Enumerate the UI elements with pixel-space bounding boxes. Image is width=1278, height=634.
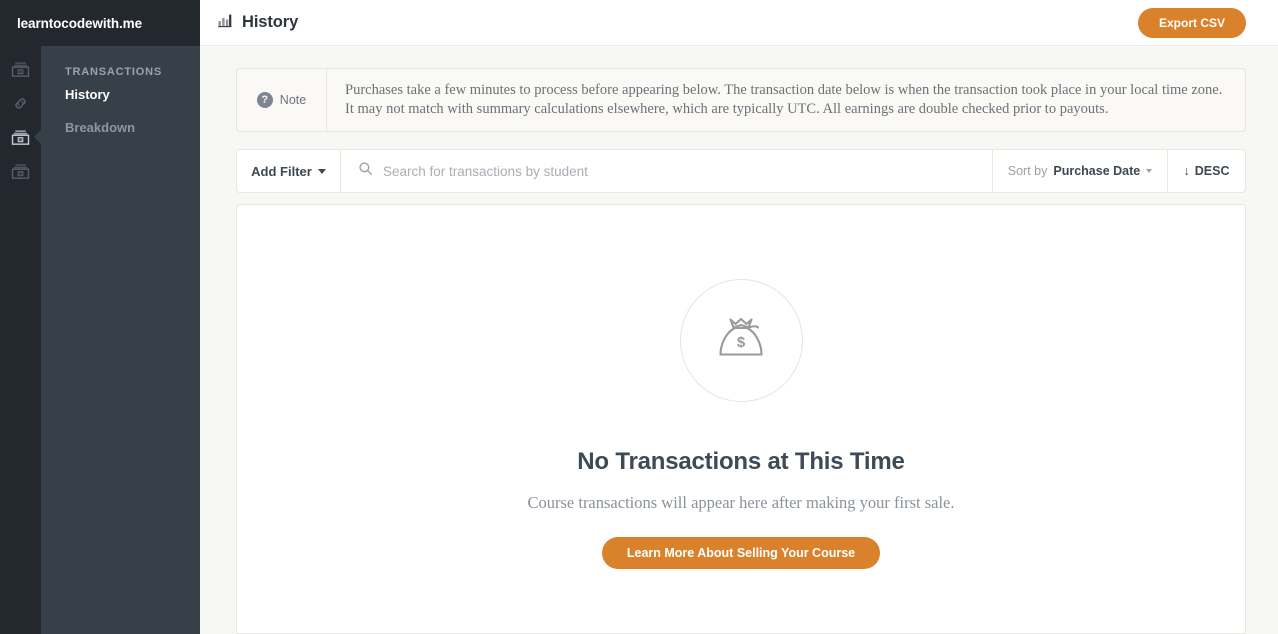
page-title: History [242,13,299,31]
learn-more-button[interactable]: Learn More About Selling Your Course [601,537,881,569]
svg-text:S: S [19,171,22,177]
search-icon [358,161,373,181]
filter-toolbar: Add Filter Sort by Purchase Date [236,149,1246,193]
sort-by-value: Purchase Date [1053,164,1141,178]
search-zone[interactable] [341,150,993,192]
money-bills-icon: S [11,60,30,79]
sidebar-section-title: TRANSACTIONS [65,66,162,78]
rail-item-money-1[interactable]: S [0,52,41,86]
brand-name: learntocodewith.me [17,15,142,31]
chevron-down-icon [317,168,326,174]
note-label: Note [279,93,307,107]
active-rail-caret-icon [34,129,42,145]
sidebar-item-history[interactable]: History [41,78,200,111]
empty-state-heading: No Transactions at This Time [577,448,905,475]
add-filter-button[interactable]: Add Filter [237,150,341,192]
sort-by-label: Sort by [1007,164,1048,178]
page-title-group: History [217,12,298,33]
money-bag-icon: $ [708,305,774,376]
sort-by-selector[interactable]: Sort by Purchase Date [993,150,1168,192]
chevron-down-icon [1146,169,1153,173]
money-bills-icon: S [11,162,30,181]
sort-direction-toggle[interactable]: ↓ DESC [1168,150,1245,192]
arrow-down-icon: ↓ [1183,164,1190,178]
top-bar: History Export CSV [200,0,1278,46]
sort-direction-label: DESC [1194,164,1230,178]
left-navigation: learntocodewith.me S S S TRANSACTIONS Hi… [0,0,200,634]
note-banner: ? Note Purchases take a few minutes to p… [236,68,1246,132]
app-root: learntocodewith.me S S S TRANSACTIONS Hi… [0,0,1278,634]
empty-state-subtitle: Course transactions will appear here aft… [527,493,955,512]
svg-text:$: $ [737,334,746,351]
rail-item-money-2-active[interactable]: S [0,120,42,154]
sidebar-subnav: TRANSACTIONS History Breakdown [41,46,200,634]
empty-state-card: $ No Transactions at This Time Course tr… [236,204,1246,634]
note-text: Purchases take a few minutes to process … [345,82,1223,117]
search-input[interactable] [383,150,992,192]
empty-state-illustration: $ [679,279,803,402]
rail-item-link[interactable] [0,86,41,120]
money-bills-icon: S [11,128,30,147]
sidebar-item-breakdown[interactable]: Breakdown [41,111,200,144]
link-icon [11,94,30,113]
question-circle-icon: ? [256,92,273,108]
svg-text:S: S [19,69,22,75]
main-region: History Export CSV ? Note Purchases take… [200,0,1278,634]
icon-rail: S S S [0,46,42,634]
note-label-group: ? Note [237,69,327,131]
svg-text:S: S [19,137,22,143]
content-area: ? Note Purchases take a few minutes to p… [200,46,1278,634]
brand-logo-bar[interactable]: learntocodewith.me [0,0,200,46]
bar-chart-icon [217,12,233,33]
export-csv-button[interactable]: Export CSV [1137,7,1246,38]
add-filter-label: Add Filter [251,163,312,179]
rail-item-money-3[interactable]: S [0,154,41,188]
